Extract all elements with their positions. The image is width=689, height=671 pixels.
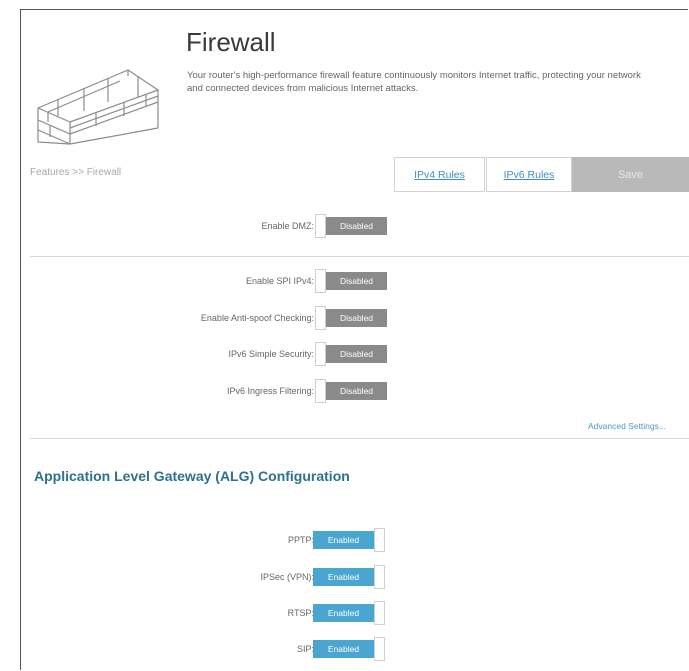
save-button[interactable]: Save: [572, 157, 689, 192]
sip-row: SIP: Enabled: [0, 637, 689, 663]
alg-section-title: Application Level Gateway (ALG) Configur…: [34, 468, 350, 484]
sip-toggle[interactable]: Enabled: [313, 637, 385, 661]
divider: [30, 438, 689, 439]
toggle-state: Enabled: [313, 568, 374, 586]
spi-ipv4-toggle[interactable]: Disabled: [315, 269, 387, 293]
ipv6-simple-security-toggle[interactable]: Disabled: [315, 342, 387, 366]
spi-ipv4-label: Enable SPI IPv4:: [245, 276, 314, 286]
toggle-state: Enabled: [313, 640, 374, 658]
ipsec-label: IPSec (VPN):: [260, 572, 314, 582]
toggle-state: Disabled: [326, 309, 387, 327]
ipv6-ingress-filtering-row: IPv6 Ingress Filtering: Disabled: [0, 379, 689, 405]
rtsp-label: RTSP:: [287, 608, 314, 618]
pptp-row: PPTP: Enabled: [0, 528, 689, 554]
advanced-settings-link[interactable]: Advanced Settings...: [588, 421, 666, 431]
toggle-knob: [374, 528, 385, 552]
anti-spoof-toggle[interactable]: Disabled: [315, 306, 387, 330]
toggle-knob: [315, 306, 326, 330]
toggle-knob: [315, 379, 326, 403]
toggle-knob: [315, 342, 326, 366]
dmz-toggle[interactable]: Disabled: [315, 214, 387, 238]
toggle-state: Disabled: [326, 272, 387, 290]
pptp-toggle[interactable]: Enabled: [313, 528, 385, 552]
toggle-state: Disabled: [326, 345, 387, 363]
pptp-label: PPTP:: [287, 535, 314, 545]
rtsp-toggle[interactable]: Enabled: [313, 601, 385, 625]
dmz-label: Enable DMZ:: [261, 221, 314, 231]
breadcrumb[interactable]: Features >> Firewall: [30, 167, 121, 178]
ipv4-rules-button[interactable]: IPv4 Rules: [394, 157, 485, 192]
ipv6-ingress-filtering-toggle[interactable]: Disabled: [315, 379, 387, 403]
toggle-knob: [374, 565, 385, 589]
brick-wall-icon: [37, 69, 159, 145]
dmz-row: Enable DMZ: Disabled: [0, 214, 689, 240]
spi-ipv4-row: Enable SPI IPv4: Disabled: [0, 269, 689, 295]
anti-spoof-label: Enable Anti-spoof Checking:: [200, 313, 314, 323]
page-description: Your router's high-performance firewall …: [187, 70, 641, 94]
rtsp-row: RTSP: Enabled: [0, 601, 689, 627]
ipsec-row: IPSec (VPN): Enabled: [0, 565, 689, 591]
ipsec-toggle[interactable]: Enabled: [313, 565, 385, 589]
toggle-knob: [315, 214, 326, 238]
toggle-state: Enabled: [313, 604, 374, 622]
toggle-state: Disabled: [326, 217, 387, 235]
ipv6-simple-security-label: IPv6 Simple Security:: [228, 349, 314, 359]
toggle-knob: [315, 269, 326, 293]
toggle-state: Disabled: [326, 382, 387, 400]
ipv6-rules-button[interactable]: IPv6 Rules: [486, 157, 572, 192]
toggle-knob: [374, 601, 385, 625]
divider: [30, 256, 689, 257]
sip-label: SIP:: [296, 644, 314, 654]
anti-spoof-row: Enable Anti-spoof Checking: Disabled: [0, 306, 689, 332]
page-title: Firewall: [186, 27, 276, 57]
toggle-knob: [374, 637, 385, 661]
ipv6-simple-security-row: IPv6 Simple Security: Disabled: [0, 342, 689, 368]
toggle-state: Enabled: [313, 531, 374, 549]
ipv6-ingress-filtering-label: IPv6 Ingress Filtering:: [226, 386, 314, 396]
